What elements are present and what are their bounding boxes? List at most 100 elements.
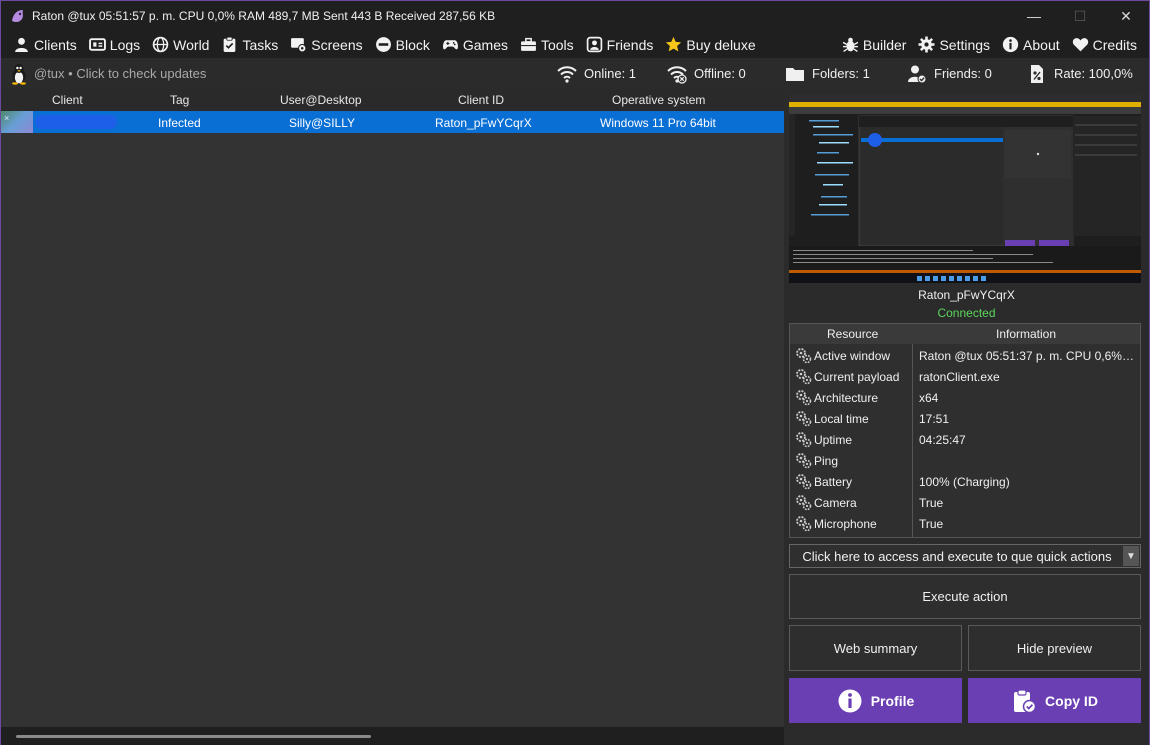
status-bar: @tux • Click to check updates Online: 1 …: [1, 58, 1149, 89]
column-client[interactable]: Client: [52, 93, 83, 107]
resource-value: True: [919, 496, 944, 510]
resource-label: Microphone: [814, 517, 877, 531]
main-menu: Clients Logs World Tasks Screens Block G…: [1, 31, 1149, 58]
screen-preview[interactable]: [789, 94, 1141, 283]
maximize-button[interactable]: ☐: [1057, 1, 1103, 31]
heart-icon: [1072, 38, 1088, 52]
update-check-link[interactable]: @tux • Click to check updates: [1, 63, 206, 85]
menu-about-label: About: [1023, 36, 1060, 53]
title-bar: Raton @tux 05:51:57 p. m. CPU 0,0% RAM 4…: [1, 1, 1149, 31]
list-item[interactable]: Architecture x64: [790, 387, 1140, 408]
scrollbar-thumb[interactable]: [16, 735, 371, 738]
execute-action-button[interactable]: Execute action: [789, 574, 1141, 619]
menu-friends[interactable]: Friends: [580, 31, 660, 58]
friends-icon: [586, 36, 602, 53]
star-icon: [666, 36, 682, 52]
column-client-id[interactable]: Client ID: [458, 93, 504, 107]
resource-table-header: Resource Information: [790, 324, 1140, 344]
list-item[interactable]: Camera True: [790, 492, 1140, 513]
chevron-down-icon[interactable]: ▼: [1123, 546, 1139, 566]
connection-status: Connected: [937, 306, 996, 320]
window-title: Raton @tux 05:51:57 p. m. CPU 0,0% RAM 4…: [32, 9, 496, 23]
resource-label: Camera: [814, 496, 857, 510]
profile-button[interactable]: Profile: [789, 678, 962, 723]
folders-count: Folders: 1: [785, 58, 870, 89]
menu-settings[interactable]: Settings: [912, 31, 996, 58]
offline-count: Offline: 0: [667, 58, 746, 89]
resource-label: Local time: [814, 412, 869, 426]
copy-id-button[interactable]: Copy ID: [968, 678, 1141, 723]
remote-desktop-thumbnail: [789, 94, 1141, 283]
clipboard-check-icon: [1014, 688, 1037, 713]
gears-icon: [796, 495, 812, 511]
menu-clients[interactable]: Clients: [7, 31, 83, 58]
toolbox-icon: [521, 37, 536, 51]
menu-builder[interactable]: Builder: [836, 31, 913, 58]
minimize-button[interactable]: —: [1011, 1, 1057, 31]
close-button[interactable]: ✕: [1103, 1, 1149, 31]
gamepad-icon: [442, 40, 458, 50]
list-item[interactable]: Uptime 04:25:47: [790, 429, 1140, 450]
list-item[interactable]: Local time 17:51: [790, 408, 1140, 429]
column-operative-system[interactable]: Operative system: [612, 93, 705, 107]
list-item[interactable]: Ping: [790, 450, 1140, 471]
logs-icon: [88, 38, 106, 51]
list-item[interactable]: Active window Raton @tux 05:51:37 p. m. …: [790, 345, 1140, 366]
gears-icon: [796, 453, 812, 469]
menu-buy-deluxe[interactable]: Buy deluxe: [659, 31, 761, 58]
menu-screens[interactable]: Screens: [284, 31, 368, 58]
row-tag: Infected: [158, 116, 201, 130]
resource-value: Raton @tux 05:51:37 p. m. CPU 0,6% RAM 4…: [919, 349, 1134, 363]
horizontal-scrollbar[interactable]: [1, 727, 784, 745]
menu-tools[interactable]: Tools: [514, 31, 580, 58]
web-summary-button[interactable]: Web summary: [789, 625, 962, 671]
info-icon: [1002, 36, 1019, 53]
menu-games[interactable]: Games: [436, 31, 514, 58]
column-resource: Resource: [827, 327, 879, 341]
resource-value: ratonClient.exe: [919, 370, 1000, 384]
tux-penguin-icon: [12, 63, 26, 85]
profile-button-label: Profile: [870, 692, 915, 709]
resource-value: 17:51: [919, 412, 950, 426]
menu-tasks[interactable]: Tasks: [215, 31, 284, 58]
globe-icon: [152, 36, 169, 53]
column-information: Information: [996, 327, 1057, 341]
menu-block[interactable]: Block: [369, 31, 436, 58]
gears-icon: [796, 348, 812, 364]
clients-list[interactable]: Client Tag User@Desktop Client ID Operat…: [1, 89, 784, 727]
update-check-label: @tux • Click to check updates: [34, 66, 207, 81]
info-icon: [838, 689, 862, 712]
resource-value: True: [919, 517, 944, 531]
quick-actions-dropdown[interactable]: Click here to access and execute to que …: [789, 544, 1141, 568]
menu-logs[interactable]: Logs: [83, 31, 146, 58]
online-count: Online: 1: [557, 58, 636, 89]
rate-value: Rate: 100,0%: [1027, 58, 1133, 89]
gears-icon: [796, 474, 812, 490]
menu-credits[interactable]: Credits: [1066, 31, 1143, 58]
menu-about[interactable]: About: [996, 31, 1066, 58]
list-item[interactable]: Battery 100% (Charging): [790, 471, 1140, 492]
rate-label: Rate: 100,0%: [1054, 66, 1133, 81]
menu-block-label: Block: [395, 36, 430, 53]
resource-label: Current payload: [814, 370, 900, 384]
offline-count-label: Offline: 0: [694, 66, 746, 81]
resource-value: 04:25:47: [919, 433, 966, 447]
app-logo-icon: [12, 10, 23, 23]
row-os: Windows 11 Pro 64bit: [600, 116, 716, 130]
table-row[interactable]: × Infected Silly@SILLY Raton_pFwYCqrX Wi…: [1, 111, 784, 133]
gears-icon: [796, 369, 812, 385]
quick-actions-label: Click here to access and execute to que …: [802, 549, 1112, 564]
column-user-desktop[interactable]: User@Desktop: [280, 93, 362, 107]
client-details-panel: Raton_pFwYCqrX Connected Resource Inform…: [784, 89, 1149, 745]
list-item[interactable]: Microphone True: [790, 513, 1140, 534]
list-item[interactable]: Current payload ratonClient.exe: [790, 366, 1140, 387]
user-check-icon: [908, 65, 927, 83]
menu-buy-deluxe-label: Buy deluxe: [686, 36, 756, 53]
hide-preview-button[interactable]: Hide preview: [968, 625, 1141, 671]
gears-icon: [796, 432, 812, 448]
column-tag[interactable]: Tag: [170, 93, 189, 107]
menu-world[interactable]: World: [146, 31, 215, 58]
menu-credits-label: Credits: [1092, 36, 1137, 53]
selected-client-name: Raton_pFwYCqrX: [918, 288, 1015, 302]
menu-tasks-label: Tasks: [242, 36, 279, 53]
